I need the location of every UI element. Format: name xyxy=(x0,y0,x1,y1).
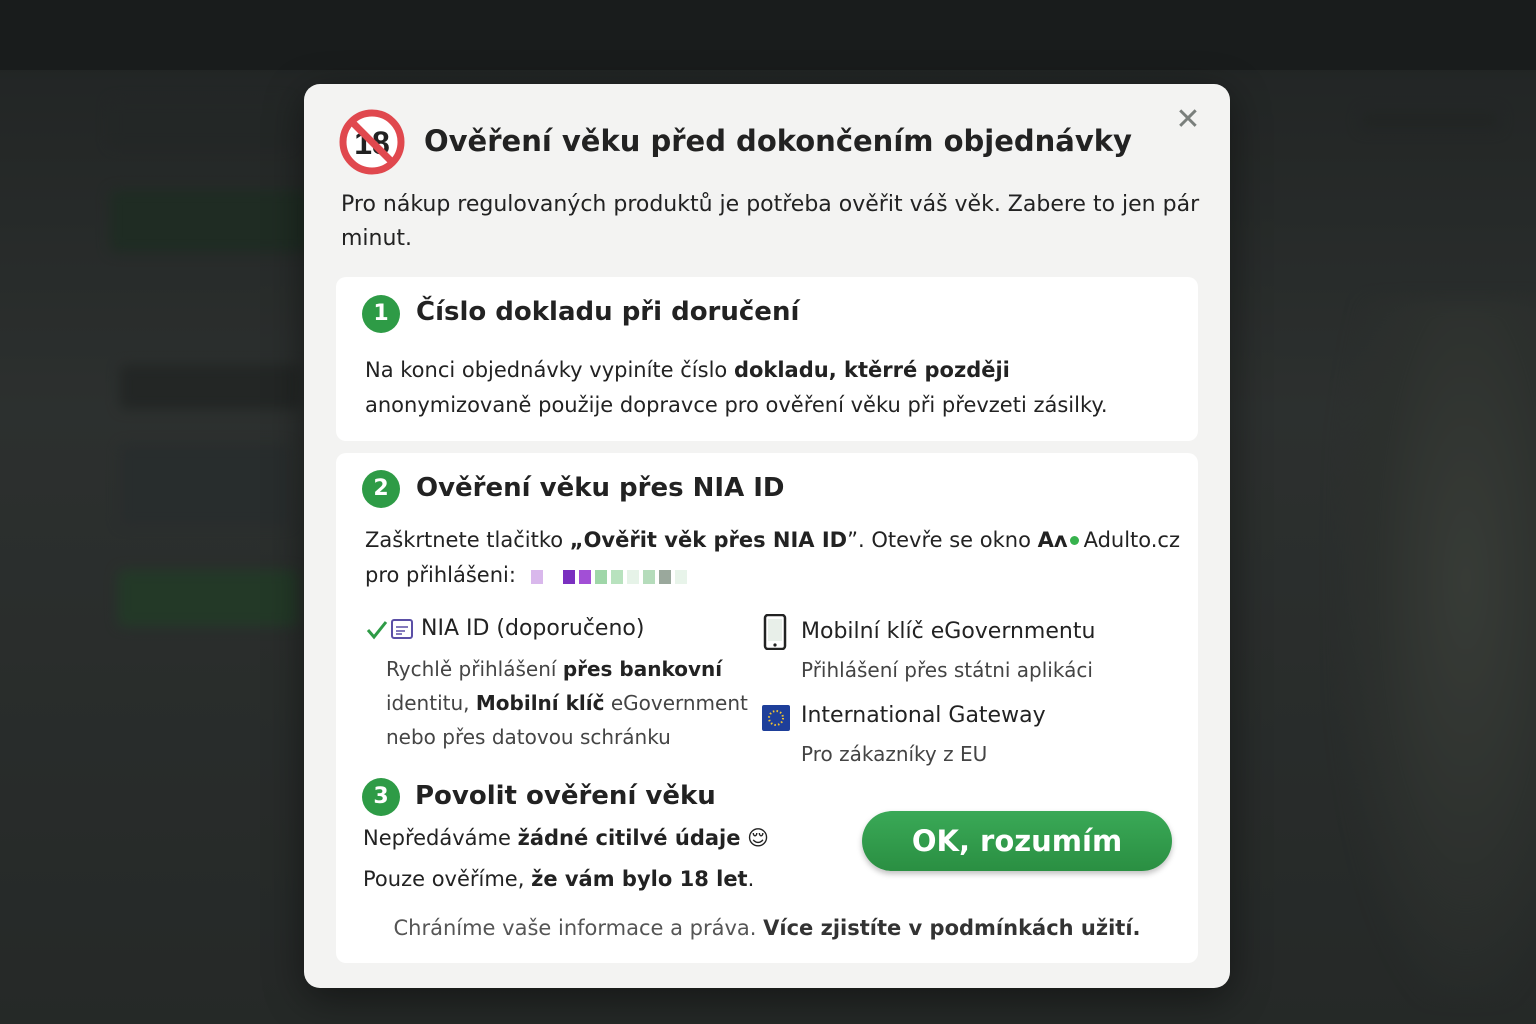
swatch xyxy=(642,569,655,584)
swatch xyxy=(610,569,623,584)
footer-note: Chráníme vaše informace a práva. Více zj… xyxy=(393,916,1141,940)
step-2-title: Ověření věku přes NIA ID xyxy=(416,473,785,503)
eu-flag-icon xyxy=(762,705,790,731)
swatch xyxy=(658,569,671,584)
step-3-title: Povolit ověření věku xyxy=(415,781,716,811)
step-2-badge: 2 xyxy=(362,470,400,508)
adulto-brand-name: Adulto.cz xyxy=(1083,528,1181,552)
step-1-text: Na konci objednávky vypiníte číslo dokla… xyxy=(365,358,1108,417)
checkmark-icon xyxy=(366,621,388,640)
step-2-card: 2 Ověření věku přes NIA ID Zaškrtnete tl… xyxy=(336,453,1198,963)
age-18-restriction-icon: 18 xyxy=(339,109,405,175)
option-nia-description: Rychlě přihlášenı́ přes bankovní identit… xyxy=(386,657,748,749)
step-3-line-1: Nepředáváme žádné citilvé údaje 😌 xyxy=(363,826,770,850)
swatch xyxy=(626,569,639,584)
pixel-swatches xyxy=(530,559,691,594)
swatch xyxy=(594,569,607,584)
step-1-badge: 1 xyxy=(362,295,400,333)
terms-link[interactable]: Více zjistíte v podmínkách užití. xyxy=(763,916,1140,940)
swatch xyxy=(578,569,591,584)
mobile-phone-icon xyxy=(763,614,787,650)
close-icon[interactable]: ✕ xyxy=(1172,104,1204,136)
ok-confirm-button[interactable]: OK, rozumím xyxy=(862,811,1172,871)
id-card-icon xyxy=(391,619,413,639)
step-2-text: Zaškrtnete tlačitko „Ověřit věk přes NIA… xyxy=(365,523,1185,594)
dialog-title: Ověření věku před dokončením objednávky xyxy=(424,124,1132,158)
step-1-card: 1 Číslo dokladu při doručení Na konci ob… xyxy=(336,277,1198,441)
swatch xyxy=(546,569,559,584)
swatch xyxy=(674,569,687,584)
step-3-badge: 3 xyxy=(362,778,400,816)
adulto-logo: Aʌ xyxy=(1037,528,1068,552)
option-mobile-description: Přihlášení přes státni aplikáci xyxy=(801,658,1093,682)
step-3-line-2: Pouze ověříme, že vám bylo 18 let. xyxy=(363,867,755,891)
option-gateway-title[interactable]: International Gateway xyxy=(801,703,1046,728)
option-mobile-title[interactable]: Mobilní klíč eGovernmentu xyxy=(801,619,1095,644)
age-verification-dialog: ✕ 18 Ověření věku před dokončením objedn… xyxy=(304,84,1230,988)
option-nia-title[interactable]: NIA ID (doporučeno) xyxy=(421,616,644,641)
swatch xyxy=(562,569,575,584)
relieved-face-icon: 😌 xyxy=(747,826,770,850)
dialog-intro: Pro nákup regulovaných produktů je potře… xyxy=(341,192,1200,251)
adulto-dot xyxy=(1069,535,1079,545)
swatch xyxy=(530,569,543,584)
option-gateway-description: Pro zákazníky z EU xyxy=(801,742,988,766)
step-1-title: Číslo dokladu při doručení xyxy=(416,297,800,327)
